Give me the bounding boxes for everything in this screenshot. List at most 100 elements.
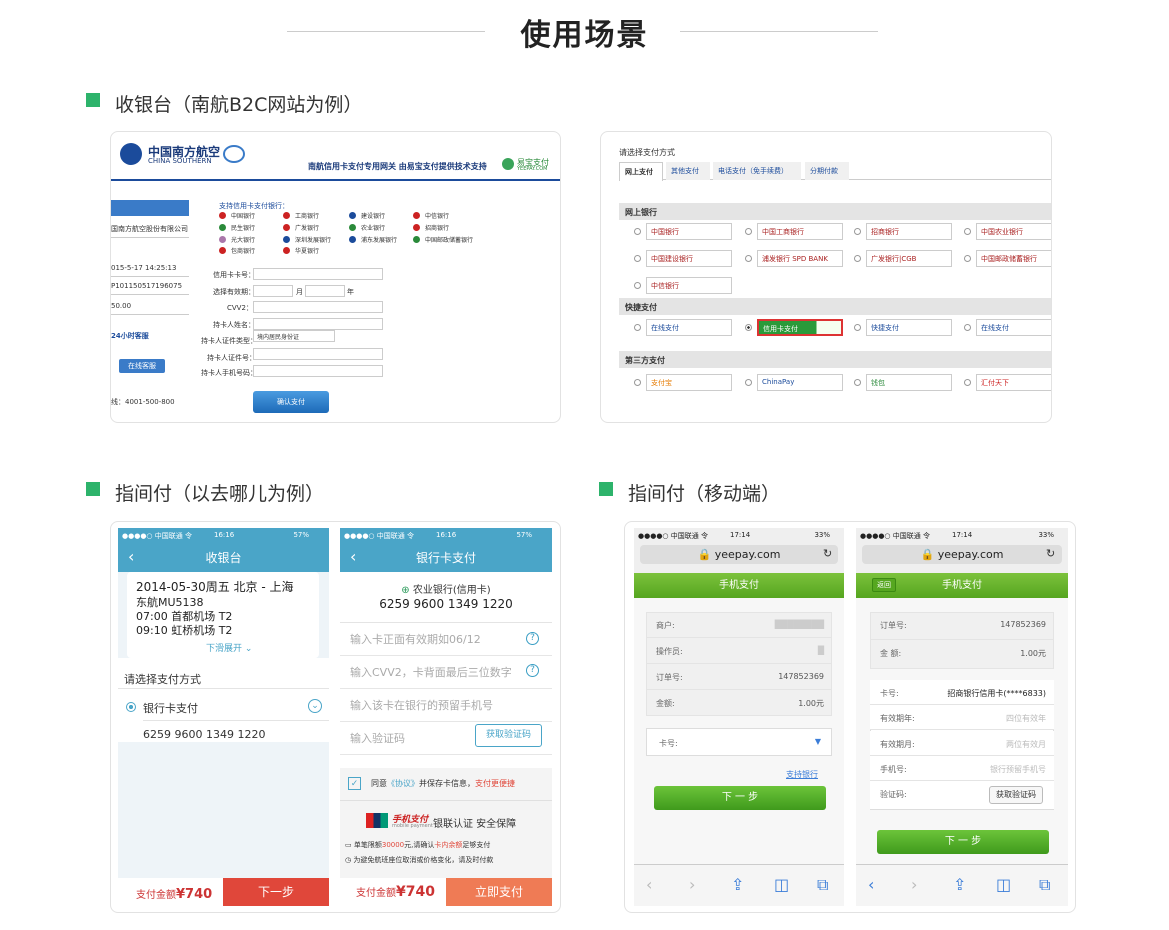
csair-side-order: P101150517196075 (111, 282, 183, 290)
csair-phone-input[interactable] (253, 365, 383, 377)
payment-radio[interactable] (634, 379, 641, 386)
csair-year-select[interactable] (305, 285, 345, 297)
tab-installment[interactable]: 分期付款 (805, 162, 849, 180)
payment-radio[interactable] (854, 255, 861, 262)
next-step-button[interactable]: 下一步 (223, 878, 329, 906)
payment-radio[interactable] (634, 324, 641, 331)
payment-option[interactable]: 中国建设银行 (646, 250, 732, 267)
radio-selected-icon[interactable] (126, 702, 136, 712)
payment-option[interactable]: 在线支付 (976, 319, 1051, 336)
get-code-button[interactable]: 获取验证码 (989, 786, 1043, 804)
payment-option[interactable]: 中国邮政储蓄银行 (976, 250, 1051, 267)
csair-bank-name: 工商银行 (295, 213, 320, 220)
payment-option[interactable]: 广发银行|CGB (866, 250, 952, 267)
csair-idno-input[interactable] (253, 348, 383, 360)
support-banks-link[interactable]: 支持银行 (786, 769, 818, 780)
tab-phone[interactable]: 电话支付（免手续费） (713, 162, 801, 180)
csair-card-input[interactable] (253, 268, 383, 280)
band-netbank: 网上银行 (619, 203, 1051, 220)
csair-month-select[interactable] (253, 285, 293, 297)
payment-option[interactable]: 支付宝 (646, 374, 732, 391)
pay-now-button[interactable]: 立即支付 (446, 878, 552, 906)
payment-radio[interactable] (745, 228, 752, 235)
payment-radio[interactable] (964, 379, 971, 386)
phone-input[interactable]: 输入该卡在银行的预留手机号 (340, 689, 552, 722)
order-info-row: 金 额: 1.00元 (880, 649, 1046, 658)
expiry-input[interactable]: 输入卡正面有效期如06/12 (340, 623, 552, 656)
tabs-icon[interactable]: ⧉ (817, 875, 828, 895)
next-step-button[interactable]: 下 一 步 (877, 830, 1049, 854)
order-info-row: 商户: ████████ (646, 612, 832, 638)
csair-bank-name: 中国银行 (231, 213, 256, 220)
payment-radio[interactable] (634, 255, 641, 262)
protocol-link[interactable]: 《协议》 (387, 779, 419, 788)
payment-radio[interactable] (854, 379, 861, 386)
payment-radio[interactable] (745, 255, 752, 262)
share-icon[interactable]: ⇪ (953, 875, 966, 894)
payment-radio[interactable] (634, 228, 641, 235)
payment-radio[interactable] (964, 228, 971, 235)
green-square-icon (86, 93, 100, 107)
forward-arrow-icon[interactable]: › (911, 875, 917, 894)
payment-option[interactable]: 中国银行 (646, 223, 732, 240)
payment-option[interactable]: ChinaPay (757, 374, 843, 391)
yeepay-mobile-phone-2: ●●●●○ 中国联通 令 17:14 33% 🔒 yeepay.com ↻ 手机支付… (856, 528, 1068, 906)
paypage-title: 请选择支付方式 (619, 148, 675, 157)
cvv-input[interactable]: 输入CVV2，卡背面最后三位数字 (340, 656, 552, 689)
payment-option[interactable]: 浦发银行 SPD BANK (757, 250, 843, 267)
help-icon[interactable]: ? (526, 664, 539, 677)
payment-option[interactable]: 中国农业银行 (976, 223, 1051, 240)
payment-option[interactable]: 汇付天下 (976, 374, 1051, 391)
back-arrow-icon[interactable]: ‹ (868, 875, 874, 894)
payment-option[interactable]: 钱包 (866, 374, 952, 391)
tab-other[interactable]: 其他支付 (666, 162, 710, 180)
payment-option[interactable]: 中国工商银行 (757, 223, 843, 240)
agree-checkbox[interactable]: ✓ (348, 777, 361, 790)
payment-option[interactable]: 招商银行 (866, 223, 952, 240)
tab-online[interactable]: 网上支付 (619, 162, 663, 181)
csair-online-service-button[interactable]: 在线客服 (119, 359, 165, 373)
back-button[interactable]: 返回 (872, 578, 896, 592)
band-third: 第三方支付 (619, 351, 1051, 368)
payment-radio[interactable] (964, 324, 971, 331)
green-square-icon (86, 482, 100, 496)
url-bar[interactable]: 🔒 yeepay.com (640, 545, 838, 564)
tabs-icon[interactable]: ⧉ (1039, 875, 1050, 895)
payment-option[interactable]: 信用卡支付 (757, 319, 843, 336)
reload-icon[interactable]: ↻ (823, 547, 832, 560)
bookmarks-icon[interactable]: ◫ (996, 875, 1011, 894)
csair-bank-name: 招商银行 (425, 225, 450, 232)
help-icon[interactable]: ? (526, 632, 539, 645)
form-field-row[interactable]: 有效期月: 两位有效月 (870, 730, 1054, 756)
csair-name-input[interactable] (253, 318, 383, 330)
bookmarks-icon[interactable]: ◫ (774, 875, 789, 894)
csair-idtype-select[interactable]: 境内居民身份证 (253, 330, 335, 342)
url-bar[interactable]: 🔒 yeepay.com (862, 545, 1062, 564)
payment-radio[interactable] (964, 255, 971, 262)
payment-option[interactable]: 中信银行 (646, 277, 732, 294)
payment-radio[interactable] (745, 324, 752, 331)
form-field-row[interactable]: 手机号: 银行预留手机号 (870, 756, 1054, 781)
csair-side-company: 国南方航空股份有限公司 (111, 225, 188, 233)
csair-banks-title: 支持信用卡支付银行： (219, 202, 289, 210)
payment-option[interactable]: 在线支付 (646, 319, 732, 336)
share-icon[interactable]: ⇪ (731, 875, 744, 894)
payment-radio[interactable] (854, 228, 861, 235)
get-code-button[interactable]: 获取验证码 (475, 724, 542, 747)
payment-radio[interactable] (634, 282, 641, 289)
payment-radio[interactable] (854, 324, 861, 331)
chevron-down-circle-icon[interactable]: ⌄ (308, 699, 322, 713)
csair-confirm-button[interactable]: 确认支付 (253, 391, 329, 413)
reload-icon[interactable]: ↻ (1046, 547, 1055, 560)
bank-logo-icon (349, 212, 356, 219)
csair-cvv-input[interactable] (253, 301, 383, 313)
back-arrow-icon[interactable]: ‹ (646, 875, 652, 894)
next-step-button[interactable]: 下 一 步 (654, 786, 826, 810)
payment-radio[interactable] (745, 379, 752, 386)
forward-arrow-icon[interactable]: › (689, 875, 695, 894)
bank-logo-icon (349, 236, 356, 243)
form-field-row[interactable]: 有效期年: 四位有效年 (870, 705, 1054, 730)
payment-option[interactable]: 快捷支付 (866, 319, 952, 336)
card-select[interactable]: 卡号: ▼ (646, 728, 832, 756)
expand-link[interactable]: 下滑展开 ⌄ (206, 641, 252, 654)
